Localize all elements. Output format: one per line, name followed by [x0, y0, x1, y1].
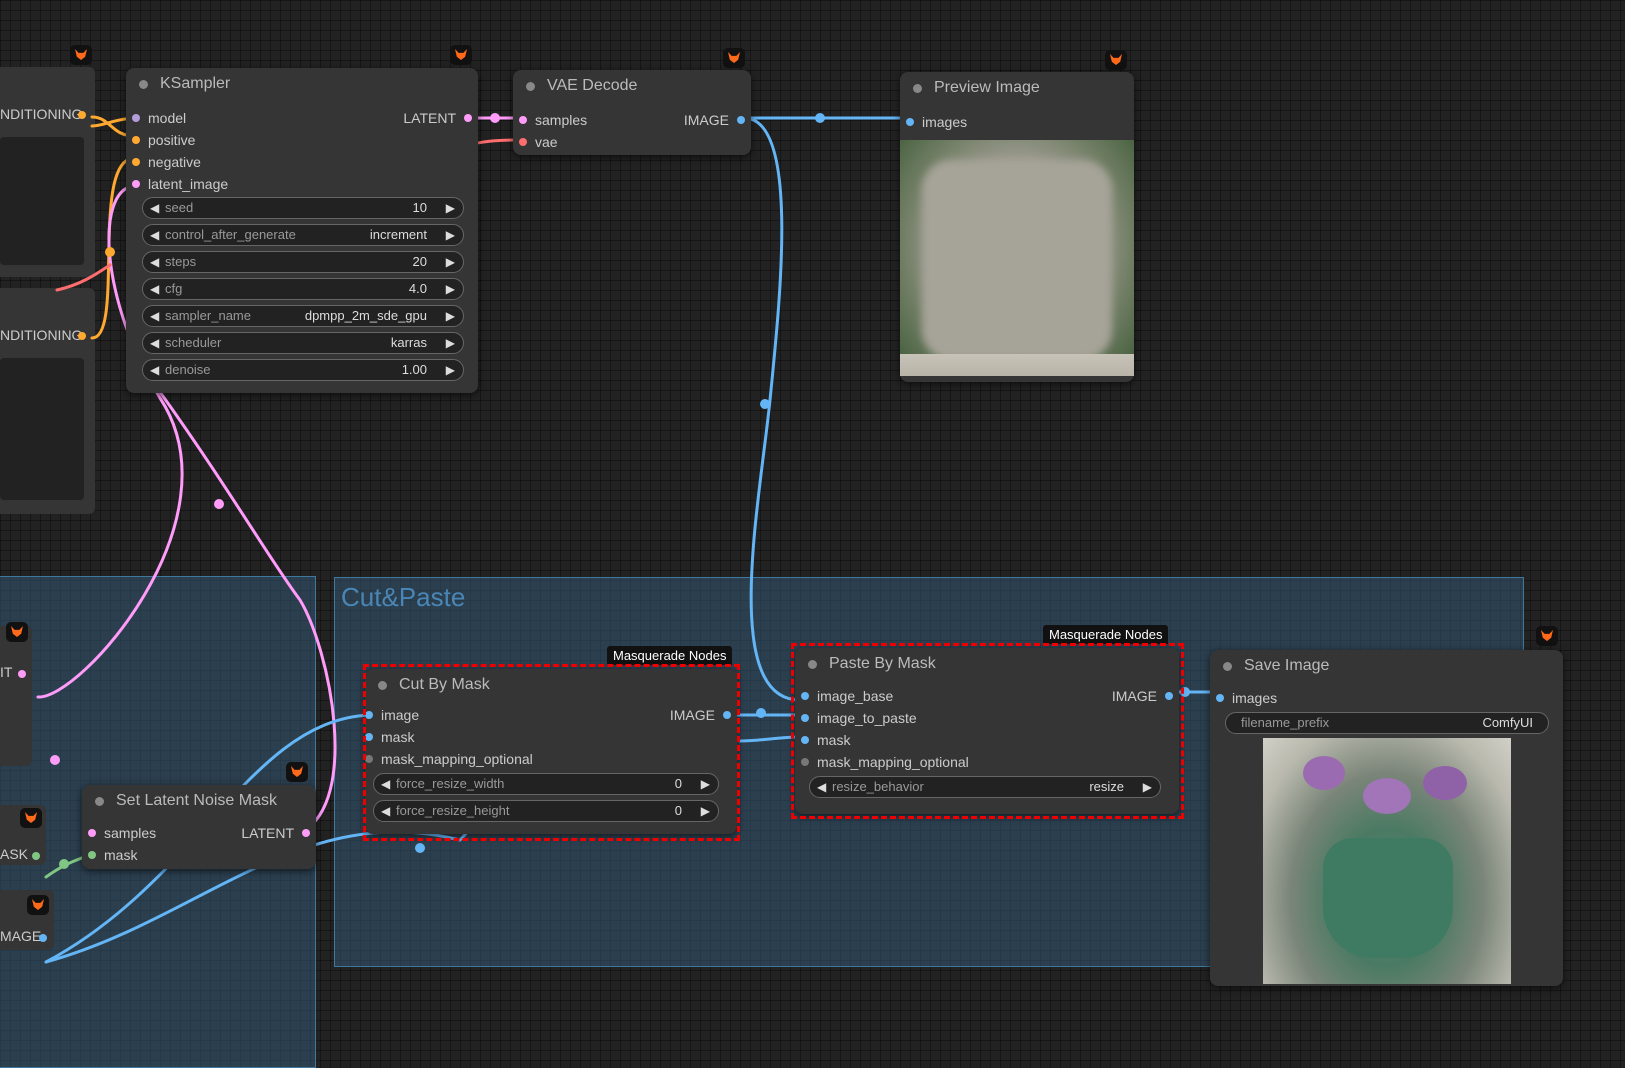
output-latent[interactable]: LATENT — [403, 110, 472, 126]
widget-cfg[interactable]: ◀ cfg 4.0 ▶ — [142, 278, 464, 300]
decrement-arrow-icon[interactable]: ◀ — [150, 252, 159, 272]
input-samples[interactable]: samples — [88, 825, 156, 841]
input-negative[interactable]: negative — [132, 154, 201, 170]
node-title: KSampler — [160, 75, 231, 92]
decrement-arrow-icon[interactable]: ◀ — [150, 225, 159, 245]
highlight-cut-by-mask — [363, 664, 740, 841]
input-model[interactable]: model — [132, 110, 186, 126]
input-positive[interactable]: positive — [132, 132, 195, 148]
save-image-node[interactable]: Save Image images filename_prefix ComfyUI — [1210, 650, 1563, 986]
increment-arrow-icon[interactable]: ▶ — [446, 225, 455, 245]
node-title: Save Image — [1244, 657, 1330, 674]
input-latent-image[interactable]: latent_image — [132, 176, 228, 192]
highlight-paste-by-mask — [791, 643, 1184, 819]
collapse-dot-icon[interactable] — [1223, 662, 1232, 671]
decrement-arrow-icon[interactable]: ◀ — [150, 198, 159, 218]
fox-badge-icon — [1105, 50, 1127, 70]
widget-scheduler[interactable]: ◀ scheduler karras ▶ — [142, 332, 464, 354]
link-red-fragment — [55, 263, 112, 292]
increment-arrow-icon[interactable]: ▶ — [446, 279, 455, 299]
fox-badge-icon — [6, 622, 28, 642]
fox-badge-icon — [27, 895, 49, 915]
masquerade-nodes-tag: Masquerade Nodes — [1043, 625, 1169, 644]
fox-badge-icon — [723, 48, 745, 68]
decrement-arrow-icon[interactable]: ◀ — [150, 279, 159, 299]
widget-steps[interactable]: ◀ steps 20 ▶ — [142, 251, 464, 273]
output-latent[interactable]: LATENT — [241, 825, 310, 841]
decrement-arrow-icon[interactable]: ◀ — [150, 360, 159, 380]
decrement-arrow-icon[interactable]: ◀ — [150, 333, 159, 353]
node-title: VAE Decode — [547, 77, 638, 94]
vae-decode-node[interactable]: VAE Decode samples vae IMAGE — [513, 70, 751, 155]
collapse-dot-icon[interactable] — [95, 797, 104, 806]
widget-denoise[interactable]: ◀ denoise 1.00 ▶ — [142, 359, 464, 381]
fox-badge-icon — [70, 45, 92, 65]
increment-arrow-icon[interactable]: ▶ — [446, 252, 455, 272]
preview-image — [900, 140, 1134, 376]
input-mask[interactable]: mask — [88, 847, 137, 863]
fox-badge-icon — [286, 762, 308, 782]
saved-image — [1263, 738, 1511, 984]
set-latent-noise-mask-node[interactable]: Set Latent Noise Mask samples mask LATEN… — [82, 785, 316, 869]
increment-arrow-icon[interactable]: ▶ — [446, 306, 455, 326]
input-samples[interactable]: samples — [519, 112, 587, 128]
link-image-paste-base — [742, 116, 802, 702]
increment-arrow-icon[interactable]: ▶ — [446, 333, 455, 353]
widget-sampler-name[interactable]: ◀ sampler_name dpmpp_2m_sde_gpu ▶ — [142, 305, 464, 327]
node-title: Set Latent Noise Mask — [116, 792, 277, 809]
decrement-arrow-icon[interactable]: ◀ — [150, 306, 159, 326]
fox-badge-icon — [450, 45, 472, 65]
collapse-dot-icon[interactable] — [139, 80, 148, 89]
preview-image-node[interactable]: Preview Image images — [900, 72, 1134, 382]
input-vae[interactable]: vae — [519, 134, 558, 150]
output-image[interactable]: IMAGE — [684, 112, 745, 128]
widget-filename-prefix[interactable]: filename_prefix ComfyUI — [1225, 712, 1549, 734]
input-images[interactable]: images — [1216, 690, 1277, 706]
increment-arrow-icon[interactable]: ▶ — [446, 360, 455, 380]
fox-badge-icon — [1536, 626, 1558, 646]
increment-arrow-icon[interactable]: ▶ — [446, 198, 455, 218]
widget-control-after-generate[interactable]: ◀ control_after_generate increment ▶ — [142, 224, 464, 246]
masquerade-nodes-tag: Masquerade Nodes — [607, 646, 733, 665]
input-images[interactable]: images — [906, 114, 967, 130]
ksampler-node[interactable]: KSampler model positive negative latent_… — [126, 68, 478, 393]
collapse-dot-icon[interactable] — [526, 82, 535, 91]
fox-badge-icon — [20, 808, 42, 828]
link-latent-set — [158, 390, 337, 834]
widget-seed[interactable]: ◀ seed 10 ▶ — [142, 197, 464, 219]
collapse-dot-icon[interactable] — [913, 84, 922, 93]
node-title: Preview Image — [934, 79, 1040, 96]
